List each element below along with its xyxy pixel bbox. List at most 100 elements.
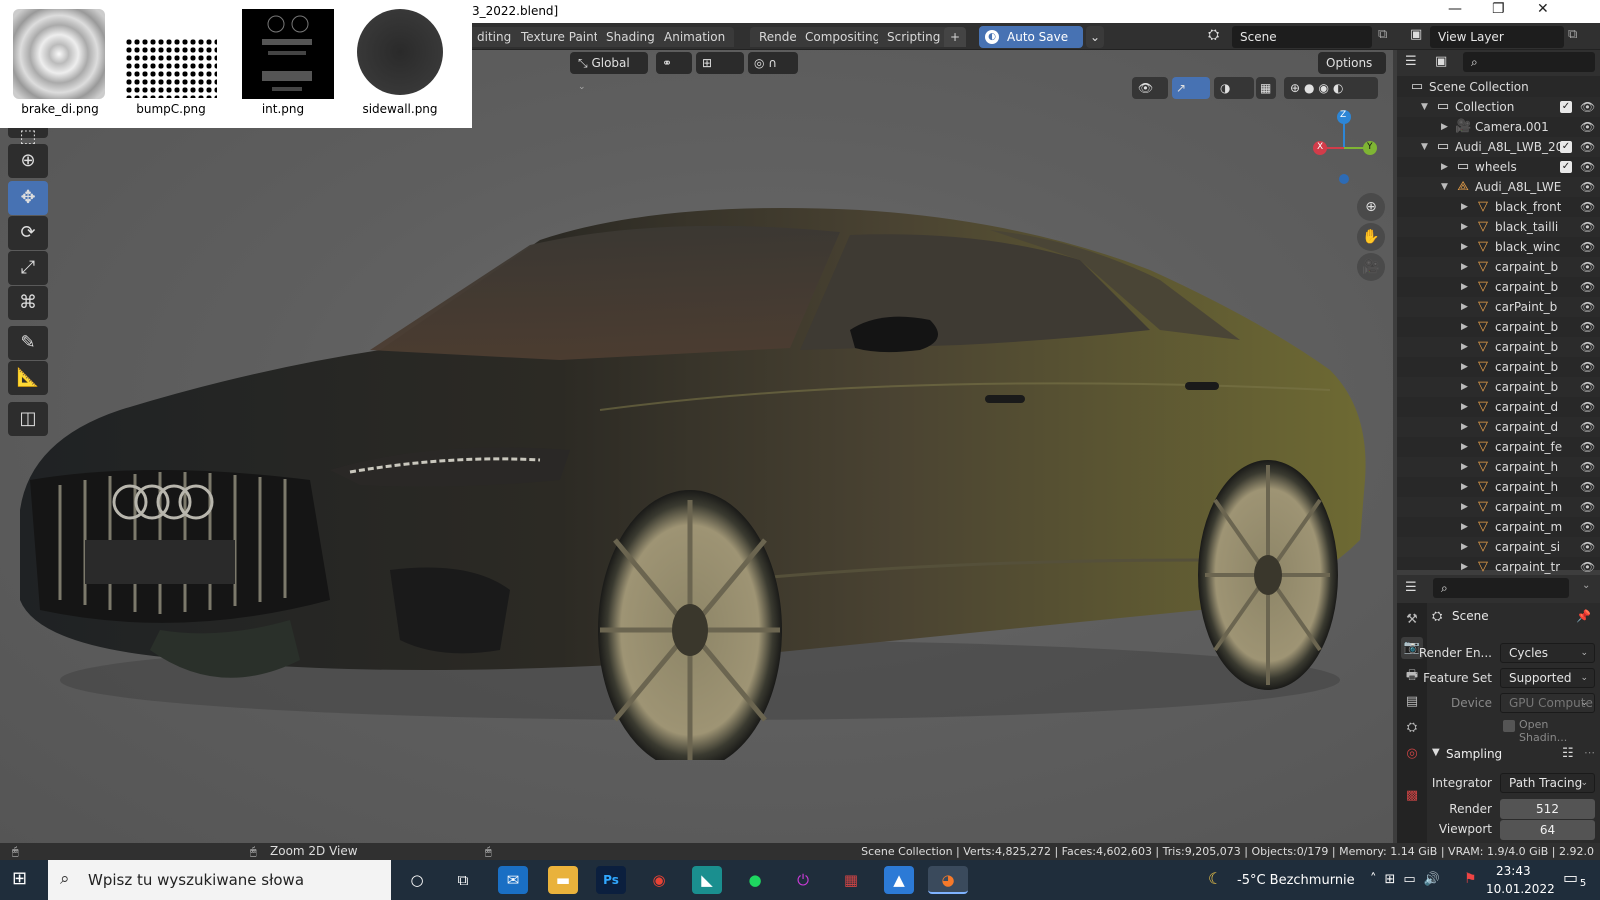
visibility-eye-icon[interactable]: 👁 bbox=[1580, 457, 1595, 477]
pan-view-button[interactable]: ✋ bbox=[1357, 223, 1385, 251]
outliner-row[interactable]: ▶ ▽ black_tailli 👁 bbox=[1397, 217, 1600, 237]
taskbar-app-photoshop[interactable]: Ps bbox=[596, 866, 626, 894]
expand-arrow-icon[interactable]: ▶ bbox=[1461, 537, 1468, 557]
scene-tab[interactable]: ⛭ bbox=[1401, 717, 1423, 739]
outliner-row[interactable]: ▶ ▽ carpaint_h 👁 bbox=[1397, 477, 1600, 497]
options-dropdown[interactable]: Options bbox=[1318, 52, 1386, 74]
outliner-search-input[interactable]: ⌕ bbox=[1463, 52, 1595, 72]
rotate-tool[interactable]: ⟳ bbox=[8, 216, 48, 250]
expand-arrow-icon[interactable]: ▶ bbox=[1441, 117, 1448, 137]
shading-mode-buttons[interactable]: ⊕●◉◐ bbox=[1284, 77, 1378, 99]
editor-type-icon[interactable]: ☰ bbox=[1405, 54, 1417, 69]
visibility-eye-icon[interactable]: 👁 bbox=[1580, 417, 1595, 437]
visibility-eye-icon[interactable]: 👁 bbox=[1580, 177, 1595, 197]
outliner-row[interactable]: ▼ ▭ Audi_A8L_LWB_20 ✓ 👁 bbox=[1397, 137, 1600, 157]
scale-tool[interactable]: ⤢ bbox=[8, 251, 48, 285]
feature-set-dropdown[interactable]: Supported ⌄ bbox=[1500, 668, 1595, 688]
expand-arrow-icon[interactable]: ▶ bbox=[1441, 157, 1448, 177]
thumbnail-brake-disc[interactable] bbox=[13, 9, 105, 99]
world-tab[interactable]: ◎ bbox=[1401, 743, 1423, 765]
xray-toggle[interactable]: ▦ bbox=[1256, 77, 1276, 99]
proportional-editing-button[interactable]: ◎ ∩ bbox=[748, 52, 798, 74]
taskbar-app-spotify[interactable]: ● bbox=[740, 866, 770, 894]
visibility-eye-icon[interactable]: 👁 bbox=[1580, 157, 1595, 177]
visibility-eye-icon[interactable]: 👁 bbox=[1580, 337, 1595, 357]
cursor-tool[interactable]: ⊕ bbox=[8, 144, 48, 178]
windows-start-button[interactable]: ⊞ bbox=[12, 868, 34, 890]
thumbnail-interior[interactable] bbox=[242, 9, 334, 99]
view-layer-selector[interactable]: View Layer bbox=[1430, 26, 1564, 48]
taskbar-app-chrome[interactable]: ◉ bbox=[644, 866, 674, 894]
visibility-eye-icon[interactable]: 👁 bbox=[1580, 237, 1595, 257]
visibility-eye-icon[interactable]: 👁 bbox=[1580, 117, 1595, 137]
expand-arrow-icon[interactable]: ▶ bbox=[1461, 377, 1468, 397]
visibility-eye-icon[interactable]: 👁 bbox=[1580, 437, 1595, 457]
visibility-eye-icon[interactable]: 👁 bbox=[1580, 497, 1595, 517]
outliner-row[interactable]: ▶ ▽ carpaint_m 👁 bbox=[1397, 497, 1600, 517]
visibility-eye-icon[interactable]: 👁 bbox=[1580, 97, 1595, 117]
tab-texture-paint[interactable]: Texture Paint bbox=[512, 27, 608, 47]
expand-arrow-icon[interactable]: ▶ bbox=[1461, 277, 1468, 297]
notifications-button[interactable]: ▭ 5 bbox=[1563, 868, 1589, 892]
expand-arrow-icon[interactable]: ▶ bbox=[1461, 197, 1468, 217]
outliner-root-row[interactable]: ▭ Scene Collection bbox=[1397, 77, 1600, 97]
add-cube-tool[interactable]: ◫ bbox=[8, 402, 48, 436]
gizmo-toggle[interactable]: ↗ bbox=[1172, 77, 1210, 99]
visibility-eye-icon[interactable]: 👁 bbox=[1580, 197, 1595, 217]
collapse-arrow-icon[interactable]: ▼ bbox=[1421, 137, 1428, 157]
outliner-row[interactable]: ▶ ▽ carpaint_m 👁 bbox=[1397, 517, 1600, 537]
thumbnail-sidewall[interactable] bbox=[357, 9, 443, 95]
outliner-row[interactable]: ▶ ▽ carpaint_b 👁 bbox=[1397, 317, 1600, 337]
outliner-row[interactable]: ▶ ▽ carpaint_b 👁 bbox=[1397, 377, 1600, 397]
expand-arrow-icon[interactable]: ▶ bbox=[1461, 357, 1468, 377]
auto-save-toggle[interactable]: ◐ Auto Save bbox=[979, 26, 1083, 48]
maximize-button[interactable]: ❐ bbox=[1492, 1, 1505, 17]
outliner-row[interactable]: ▶ ▽ black_front 👁 bbox=[1397, 197, 1600, 217]
exclude-checkbox[interactable]: ✓ bbox=[1560, 161, 1572, 173]
outliner-row[interactable]: ▶ ▽ carpaint_tr 👁 bbox=[1397, 557, 1600, 577]
tab-animation[interactable]: Animation bbox=[655, 27, 735, 47]
display-mode-icon[interactable]: ▣ bbox=[1435, 54, 1447, 69]
system-tray-icons[interactable]: ˄⊞▭🔊 bbox=[1370, 872, 1448, 887]
visibility-eye-icon[interactable]: 👁 bbox=[1580, 217, 1595, 237]
close-window-button[interactable]: ✕ bbox=[1537, 1, 1549, 17]
expand-arrow-icon[interactable]: ▶ bbox=[1461, 317, 1468, 337]
expand-arrow-icon[interactable]: ▶ bbox=[1461, 517, 1468, 537]
tab-shading[interactable]: Shading bbox=[597, 27, 664, 47]
overlays-toggle[interactable]: ◑ bbox=[1214, 77, 1254, 99]
camera-view-button[interactable]: 🎥 bbox=[1357, 253, 1385, 281]
properties-search-input[interactable]: ⌕ bbox=[1433, 578, 1569, 598]
taskbar-clock[interactable]: 23:43 bbox=[1496, 864, 1531, 878]
annotate-tool[interactable]: ✎ bbox=[8, 326, 48, 360]
visibility-eye-icon[interactable]: 👁 bbox=[1580, 377, 1595, 397]
open-shading-checkbox[interactable] bbox=[1503, 720, 1515, 732]
taskbar-app-photos[interactable]: ▲ bbox=[884, 866, 914, 894]
scene-selector[interactable]: Scene bbox=[1232, 26, 1372, 48]
outliner-row[interactable]: ▶ ▽ carpaint_d 👁 bbox=[1397, 417, 1600, 437]
thumbnail-bump[interactable] bbox=[125, 38, 217, 98]
render-engine-dropdown[interactable]: Cycles ⌄ bbox=[1500, 643, 1595, 663]
taskbar-app-teal[interactable]: ◣ bbox=[692, 866, 722, 894]
taskbar-app-winrar[interactable]: ▦ bbox=[836, 866, 866, 894]
expand-arrow-icon[interactable]: ▶ bbox=[1461, 237, 1468, 257]
outliner-row[interactable]: ▶ ▽ carpaint_h 👁 bbox=[1397, 457, 1600, 477]
expand-arrow-icon[interactable]: ▶ bbox=[1461, 477, 1468, 497]
outliner-row[interactable]: ▶ ▽ carpaint_d 👁 bbox=[1397, 397, 1600, 417]
visibility-eye-icon[interactable]: 👁 bbox=[1580, 397, 1595, 417]
visibility-eye-icon[interactable]: 👁 bbox=[1580, 297, 1595, 317]
task-view-button[interactable]: ⧉ bbox=[448, 866, 478, 894]
navigation-gizmo[interactable]: Z Y X bbox=[1308, 108, 1380, 188]
flag-icon[interactable]: ⚑ bbox=[1464, 871, 1477, 887]
visibility-eye-icon[interactable]: 👁 bbox=[1580, 537, 1595, 557]
tab-scripting[interactable]: Scripting bbox=[878, 27, 950, 47]
new-view-layer-icon[interactable]: ⧉ bbox=[1568, 27, 1577, 42]
outliner-row[interactable]: ▼ ⟁ Audi_A8L_LWE 👁 bbox=[1397, 177, 1600, 197]
render-samples-field[interactable]: 512 bbox=[1500, 799, 1595, 819]
visibility-eye-icon[interactable]: 👁 bbox=[1580, 137, 1595, 157]
outliner-row[interactable]: ▶ ▽ black_winc 👁 bbox=[1397, 237, 1600, 257]
exclude-checkbox[interactable]: ✓ bbox=[1560, 101, 1572, 113]
device-dropdown[interactable]: GPU Compute ⌄ bbox=[1500, 693, 1595, 713]
outliner-row[interactable]: ▶ ▽ carPaint_b 👁 bbox=[1397, 297, 1600, 317]
pin-icon[interactable]: 📌 bbox=[1576, 609, 1591, 623]
visibility-eye-icon[interactable]: 👁 bbox=[1580, 317, 1595, 337]
